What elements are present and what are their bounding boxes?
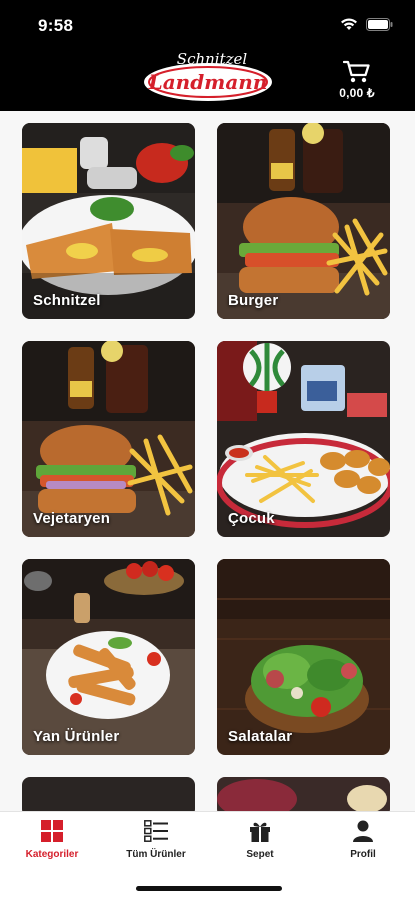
category-tile-cocuk[interactable]: Çocuk (217, 341, 390, 537)
veggie-burger-photo (22, 341, 195, 537)
tab-profil[interactable]: Profil (311, 820, 415, 860)
cart-button[interactable]: 0,00 ₺ (332, 60, 382, 104)
kids-menu-photo (217, 341, 390, 537)
category-tile-partial-right[interactable] (217, 777, 390, 811)
cart-total: 0,00 ₺ (339, 86, 375, 100)
tab-label: Sepet (246, 849, 274, 860)
person-icon (353, 820, 373, 842)
brand-logo[interactable]: Schnitzel Landmann (141, 48, 275, 104)
status-icons (340, 17, 393, 31)
tab-kategoriler[interactable]: Kategoriler (0, 820, 104, 860)
category-tile-partial-left[interactable] (22, 777, 195, 811)
logo-main-text: Landmann (148, 70, 268, 94)
partial-category-photo (217, 777, 390, 811)
category-label: Schnitzel (33, 292, 101, 309)
battery-icon (366, 17, 393, 31)
category-tile-schnitzel[interactable]: Schnitzel (22, 123, 195, 319)
status-time: 9:58 (38, 16, 74, 35)
category-grid-area[interactable]: Schnitzel Burger Vejetaryen Çocuk Yan Ür… (0, 111, 415, 811)
list-icon (144, 820, 168, 842)
gift-box-icon (250, 822, 270, 842)
tab-tum-urunler[interactable]: Tüm Ürünler (104, 820, 208, 860)
schnitzel-photo (22, 123, 195, 319)
tab-label: Tüm Ürünler (126, 849, 186, 860)
logo-top-text: Schnitzel (177, 50, 248, 68)
category-label: Burger (228, 292, 279, 309)
category-label: Çocuk (228, 510, 275, 527)
side-dish-photo (22, 559, 195, 755)
tab-sepet[interactable]: Sepet (208, 820, 312, 860)
partial-category-photo (22, 777, 195, 811)
salad-photo (217, 559, 390, 755)
bottom-tab-bar: Kategoriler Tüm Ürünler Sepet Profil (0, 811, 415, 900)
category-tile-vejetaryen[interactable]: Vejetaryen (22, 341, 195, 537)
category-label: Vejetaryen (33, 510, 111, 527)
category-label: Salatalar (228, 728, 293, 745)
category-tile-burger[interactable]: Burger (217, 123, 390, 319)
tab-label: Kategoriler (25, 849, 79, 860)
category-tile-salatalar[interactable]: Salatalar (217, 559, 390, 755)
home-indicator[interactable] (136, 886, 282, 891)
category-tile-yan-urunler[interactable]: Yan Ürünler (22, 559, 195, 755)
grid-icon (41, 820, 63, 842)
cart-icon (343, 60, 370, 83)
burger-photo (217, 123, 390, 319)
category-label: Yan Ürünler (33, 728, 120, 745)
wifi-icon (341, 18, 357, 30)
tab-label: Profil (350, 849, 376, 860)
app-header: 9:58 Schnitzel Landmann 0,00 ₺ (0, 0, 415, 111)
status-bar: 9:58 (0, 0, 415, 50)
